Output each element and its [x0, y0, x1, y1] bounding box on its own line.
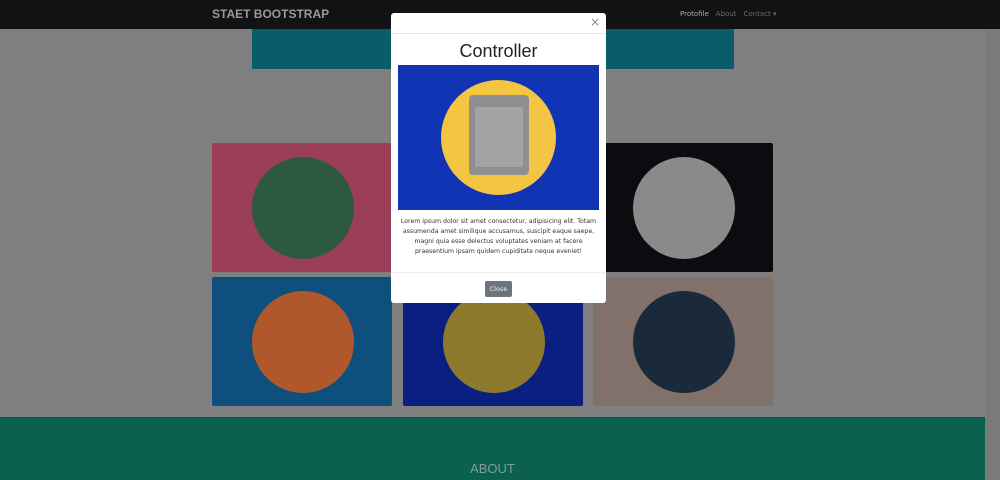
portfolio-card-cabin[interactable] — [212, 143, 392, 272]
safe-icon — [469, 95, 529, 175]
modal-title: Controller — [459, 41, 538, 61]
circus-icon — [633, 157, 735, 259]
portfolio-card-circus[interactable] — [593, 143, 773, 272]
portfolio-card-submarine[interactable] — [593, 277, 773, 406]
brand[interactable]: STAET BOOTSTRAP — [212, 7, 329, 21]
portfolio-card-controller[interactable] — [212, 277, 392, 406]
submarine-icon — [633, 291, 735, 393]
close-icon[interactable]: × — [590, 15, 600, 29]
controller-icon — [252, 291, 354, 393]
nav-link-contact[interactable]: Contact ▾ — [744, 10, 777, 18]
modal-body: Lorem ipsum dolor sit amet consectetur, … — [400, 218, 597, 255]
about-section: ABOUT — [0, 417, 985, 480]
nav-link-about[interactable]: About — [716, 10, 737, 18]
about-heading: ABOUT — [470, 461, 515, 476]
modal-image — [398, 65, 599, 210]
nav-link-protofile[interactable]: Protofile — [680, 10, 709, 18]
cabin-icon — [252, 157, 354, 259]
modal-dialog: × Controller Lorem ipsum dolor sit amet … — [391, 13, 606, 303]
close-button[interactable]: Close — [485, 281, 512, 297]
safe-icon — [443, 291, 545, 393]
scrollbar[interactable] — [985, 29, 1000, 480]
